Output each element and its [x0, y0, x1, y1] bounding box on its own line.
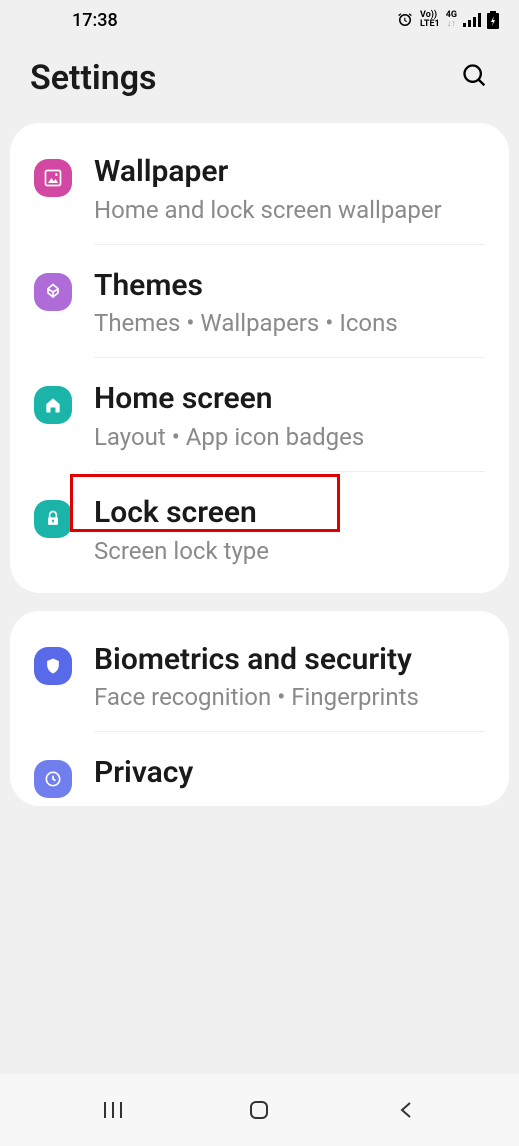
alarm-icon: [396, 11, 414, 29]
search-button[interactable]: [461, 62, 489, 94]
themes-icon: [34, 273, 72, 311]
battery-charging-icon: [487, 11, 499, 29]
shield-icon: [34, 647, 72, 685]
setting-subtitle: Face recognition • Fingerprints: [94, 682, 485, 713]
setting-title: Home screen: [94, 380, 485, 418]
settings-item-lock-screen[interactable]: Lock screen Screen lock type: [10, 472, 509, 585]
signal-icon: [463, 13, 481, 27]
cellular-text: 4G ↓↑: [446, 11, 457, 29]
settings-item-biometrics[interactable]: Biometrics and security Face recognition…: [10, 619, 509, 732]
wallpaper-icon: [34, 159, 72, 197]
settings-group-2: Biometrics and security Face recognition…: [10, 611, 509, 807]
page-header: Settings: [0, 40, 519, 123]
setting-title: Wallpaper: [94, 153, 485, 191]
setting-subtitle: Layout • App icon badges: [94, 422, 485, 453]
setting-subtitle: Screen lock type: [94, 536, 485, 567]
home-button[interactable]: [245, 1096, 273, 1124]
back-button[interactable]: [392, 1096, 420, 1124]
settings-item-themes[interactable]: Themes Themes • Wallpapers • Icons: [10, 245, 509, 358]
setting-title: Themes: [94, 267, 485, 305]
lock-icon: [34, 500, 72, 538]
settings-group-1: Wallpaper Home and lock screen wallpaper…: [10, 123, 509, 593]
home-icon: [34, 386, 72, 424]
setting-subtitle: Themes • Wallpapers • Icons: [94, 308, 485, 339]
status-time: 17:38: [20, 10, 118, 31]
privacy-icon: [34, 760, 72, 798]
network-text: Vo)) LTE1: [420, 11, 440, 29]
settings-item-home-screen[interactable]: Home screen Layout • App icon badges: [10, 358, 509, 471]
nav-bar: [0, 1074, 519, 1146]
page-title: Settings: [30, 58, 157, 98]
status-bar: 17:38 Vo)) LTE1 4G ↓↑: [0, 0, 519, 40]
status-icons: Vo)) LTE1 4G ↓↑: [396, 11, 499, 29]
settings-item-wallpaper[interactable]: Wallpaper Home and lock screen wallpaper: [10, 131, 509, 244]
recents-button[interactable]: [99, 1096, 127, 1124]
setting-subtitle: Home and lock screen wallpaper: [94, 195, 485, 226]
setting-title: Biometrics and security: [94, 641, 485, 679]
setting-title: Privacy: [94, 754, 485, 792]
search-icon: [461, 62, 489, 90]
settings-item-privacy[interactable]: Privacy: [10, 732, 509, 798]
setting-title: Lock screen: [94, 494, 485, 532]
